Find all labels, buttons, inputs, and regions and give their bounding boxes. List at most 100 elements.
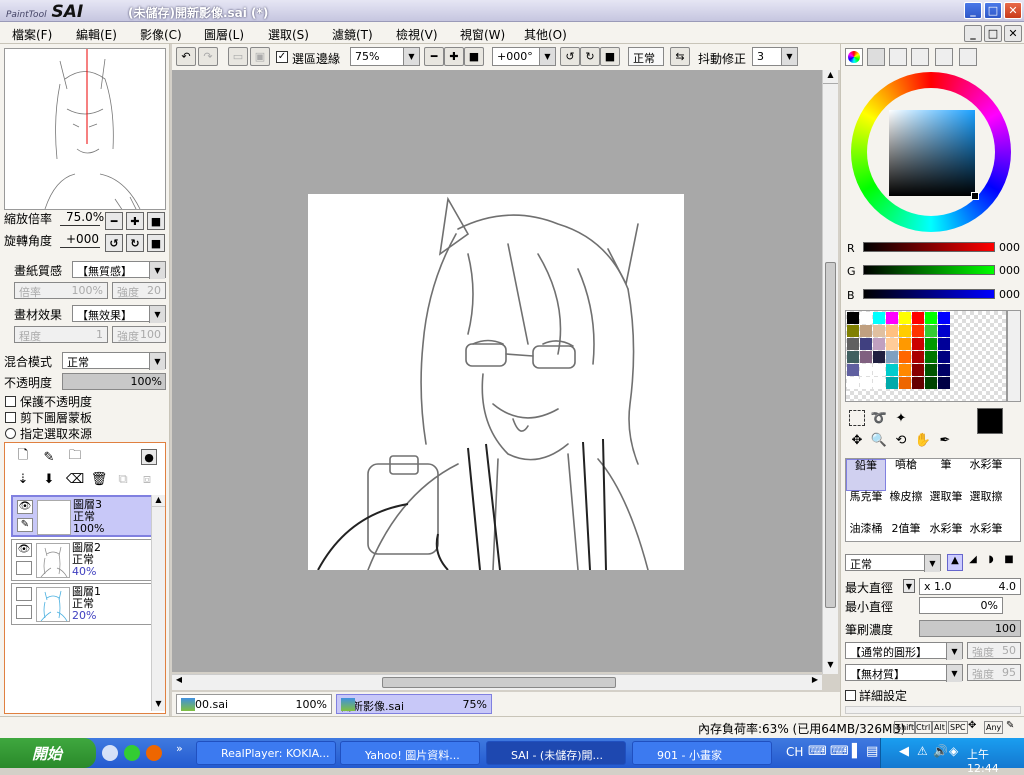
menu-select[interactable]: 選取(S): [268, 26, 309, 43]
show-selection-checkbox[interactable]: ✓: [276, 51, 288, 63]
brush-mode-select[interactable]: 正常 ▼: [845, 554, 941, 572]
color-swatch[interactable]: [912, 325, 924, 337]
brush-shape-flat-icon[interactable]: ■: [1001, 554, 1017, 571]
swatch-grid[interactable]: [845, 310, 1007, 402]
language-indicator[interactable]: CH: [786, 745, 803, 759]
paper-texture-select[interactable]: 【無質感】 ▼: [72, 261, 166, 279]
brush-watercolor[interactable]: 水彩筆: [966, 459, 1006, 491]
undo-icon[interactable]: ↶: [176, 47, 196, 66]
task-sai[interactable]: SAI - (未儲存)開...: [486, 741, 626, 765]
menu-window[interactable]: 視窗(W): [460, 26, 505, 43]
swatch-scrollbar[interactable]: [1007, 310, 1021, 402]
color-swatch[interactable]: [860, 325, 872, 337]
merge-down-icon[interactable]: ⬇: [41, 471, 57, 487]
flip-icon[interactable]: ⇆: [670, 47, 690, 66]
color-swatch[interactable]: [847, 364, 859, 376]
color-swatch[interactable]: [860, 312, 872, 324]
menu-edit[interactable]: 編輯(E): [76, 26, 117, 43]
task-paint[interactable]: 901 - 小畫家: [632, 741, 772, 765]
color-swatch[interactable]: [899, 377, 911, 389]
rotate-tool-icon[interactable]: ⟲: [893, 432, 909, 448]
eye-icon[interactable]: 👁: [16, 543, 32, 557]
color-swatch[interactable]: [860, 364, 872, 376]
color-swatch[interactable]: [938, 325, 950, 337]
mixer-icon[interactable]: [911, 48, 929, 66]
color-swatch[interactable]: [847, 351, 859, 363]
blend-mode-select[interactable]: 正常 ▼: [62, 352, 166, 370]
hand-icon[interactable]: ✋: [915, 432, 931, 448]
close-button[interactable]: ✕: [1004, 2, 1022, 19]
invert-selection-icon[interactable]: ▣: [250, 47, 270, 66]
effect-strength-field[interactable]: 強度 100: [112, 326, 166, 343]
brush-shape-soft-icon[interactable]: ◗: [983, 554, 999, 571]
color-swatch[interactable]: [886, 325, 898, 337]
doc-close-button[interactable]: ✕: [1004, 25, 1022, 42]
color-swatch[interactable]: [860, 338, 872, 350]
zoom-select[interactable]: 75% ▼: [350, 47, 420, 66]
brush-select-eraser[interactable]: 選取擦: [966, 491, 1006, 523]
color-swatch[interactable]: [925, 377, 937, 389]
visibility-checkbox[interactable]: [16, 587, 32, 601]
details-checkbox[interactable]: [845, 690, 856, 701]
firefox-icon[interactable]: [146, 745, 162, 761]
brush-select-pen[interactable]: 選取筆: [926, 491, 966, 523]
fullwidth-icon[interactable]: ▌: [852, 744, 862, 759]
rotate-right-button[interactable]: ↻: [580, 47, 600, 66]
eyedropper-icon[interactable]: ✒: [937, 432, 953, 448]
menu-layer[interactable]: 圖層(L): [204, 26, 244, 43]
layer-mask-icon[interactable]: ●: [141, 449, 157, 465]
new-folder-icon[interactable]: 🗀: [67, 448, 83, 465]
brush-shape-select[interactable]: 【通常的圓形】 ▼: [845, 642, 963, 660]
start-button[interactable]: 開始: [0, 738, 96, 768]
color-swatch[interactable]: [873, 364, 885, 376]
clipping-checkbox[interactable]: [5, 412, 16, 423]
vertical-scrollbar[interactable]: ▲ ▼: [822, 70, 838, 674]
color-swatch[interactable]: [912, 364, 924, 376]
color-swatch[interactable]: [899, 325, 911, 337]
zoom-icon[interactable]: 🔍: [871, 432, 887, 448]
color-swatch[interactable]: [873, 325, 885, 337]
b-slider[interactable]: [863, 289, 995, 299]
color-swatch[interactable]: [938, 377, 950, 389]
scroll-right-arrow[interactable]: ▶: [808, 675, 822, 690]
swatches-icon[interactable]: [935, 48, 953, 66]
rotate-left-button[interactable]: ↺: [560, 47, 580, 66]
brush-texture-select[interactable]: 【無材質】 ▼: [845, 664, 963, 682]
color-swatch[interactable]: [912, 338, 924, 350]
color-wheel-icon[interactable]: [845, 48, 863, 66]
opacity-slider[interactable]: 100%: [62, 373, 166, 390]
brush-lock-icon[interactable]: ✎: [17, 518, 33, 532]
color-swatch[interactable]: [938, 338, 950, 350]
preserve-opacity-checkbox[interactable]: [5, 396, 16, 407]
nav-zoom-out-button[interactable]: ━: [105, 212, 123, 230]
menu-filter[interactable]: 濾鏡(T): [332, 26, 373, 43]
quick-launch-icon[interactable]: [124, 745, 140, 761]
density-slider[interactable]: 100: [919, 620, 1021, 637]
stabilizer-select[interactable]: 3 ▼: [752, 47, 798, 66]
doc-minimize-button[interactable]: _: [964, 25, 982, 42]
clock[interactable]: 上午 12:44: [967, 746, 1024, 775]
doc-restore-button[interactable]: □: [984, 25, 1002, 42]
clear-layer-icon[interactable]: ⌫: [66, 471, 84, 487]
rgb-slider-icon[interactable]: [867, 48, 885, 66]
move-icon[interactable]: ✥: [849, 432, 865, 448]
copy-layer-icon[interactable]: ⧉: [115, 471, 131, 487]
selection-source-radio[interactable]: [5, 428, 16, 439]
brush-panel-scrollbar[interactable]: [845, 706, 1021, 714]
ime-settings-icon[interactable]: ▤: [866, 744, 878, 759]
menu-view[interactable]: 檢視(V): [396, 26, 438, 43]
effect-select[interactable]: 【無效果】 ▼: [72, 305, 166, 323]
color-swatch[interactable]: [860, 377, 872, 389]
network-icon[interactable]: ⚠: [917, 744, 928, 758]
rotate-reset-button[interactable]: ■: [600, 47, 620, 66]
brush-watercolor-2[interactable]: 水彩筆: [926, 523, 966, 541]
maximize-button[interactable]: □: [984, 2, 1002, 19]
texture-strength-field[interactable]: 強度 95: [967, 664, 1021, 681]
doc-tab-new-image[interactable]: 開新影像.sai 75%: [336, 694, 492, 714]
brush-bucket[interactable]: 油漆桶: [846, 523, 886, 541]
brush-watercolor-3[interactable]: 水彩筆: [966, 523, 1006, 541]
color-swatch[interactable]: [886, 364, 898, 376]
trash-icon[interactable]: 🗑: [91, 471, 108, 487]
antivirus-icon[interactable]: ◈: [949, 744, 958, 758]
shape-strength-field[interactable]: 強度 50: [967, 642, 1021, 659]
